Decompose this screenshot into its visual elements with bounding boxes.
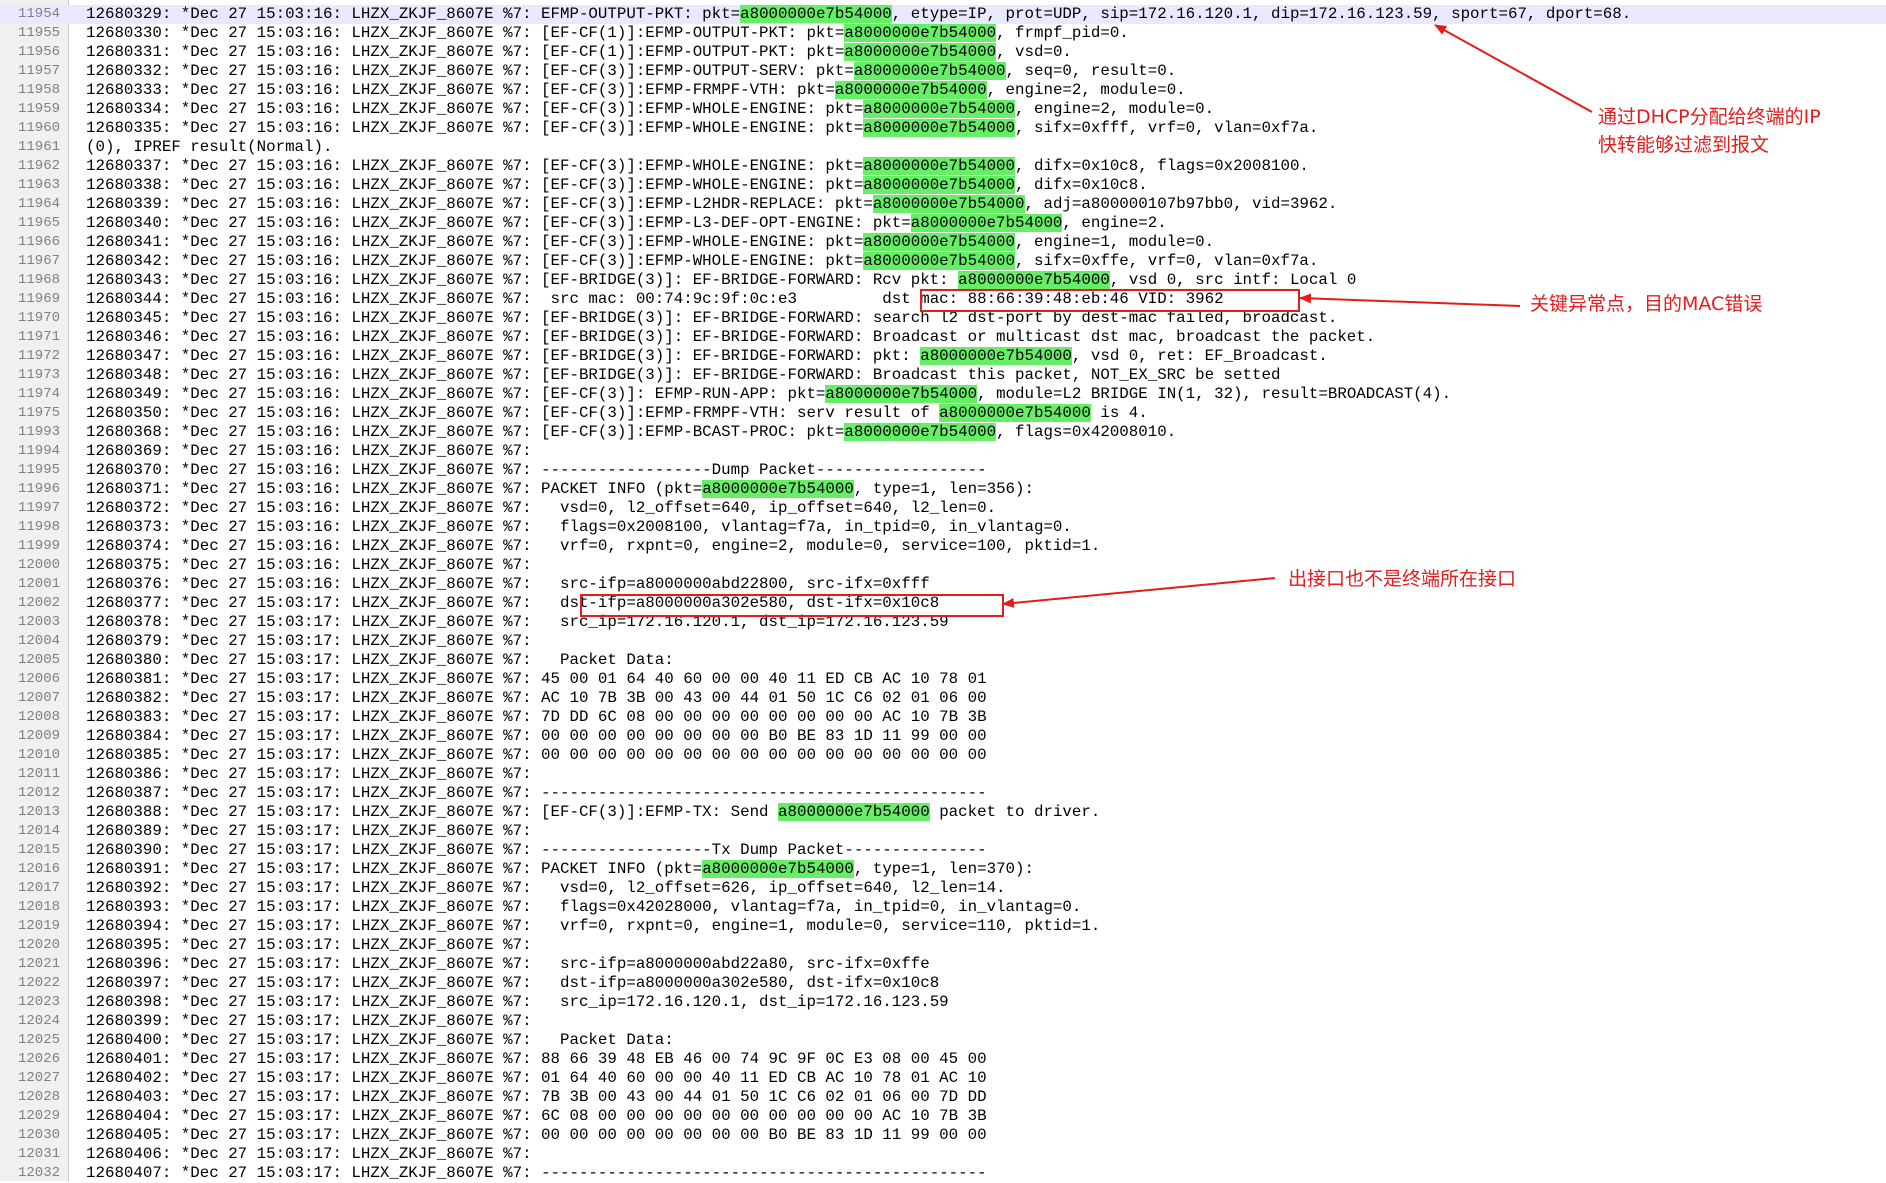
- intf-arrow: [1002, 577, 1276, 608]
- intf-note: 出接口也不是终端所在接口: [1288, 568, 1517, 590]
- annotation-arrows: [1002, 24, 1593, 608]
- dhcp-note-line2: 快转能够过滤到报文: [1598, 134, 1770, 156]
- dhcp-note-line1: 通过DHCP分配给终端的IP: [1598, 106, 1821, 128]
- log-editor[interactable]: 11954 12680329: *Dec 27 15:03:16: LHZX_ZK…: [0, 0, 1886, 1182]
- mac-note: 关键异常点，目的MAC错误: [1530, 293, 1763, 315]
- dhcp-arrow: [1434, 24, 1593, 113]
- mac-arrow: [1299, 293, 1521, 307]
- dhcp-note: 通过DHCP分配给终端的IP 快转能够过滤到报文: [1598, 103, 1821, 159]
